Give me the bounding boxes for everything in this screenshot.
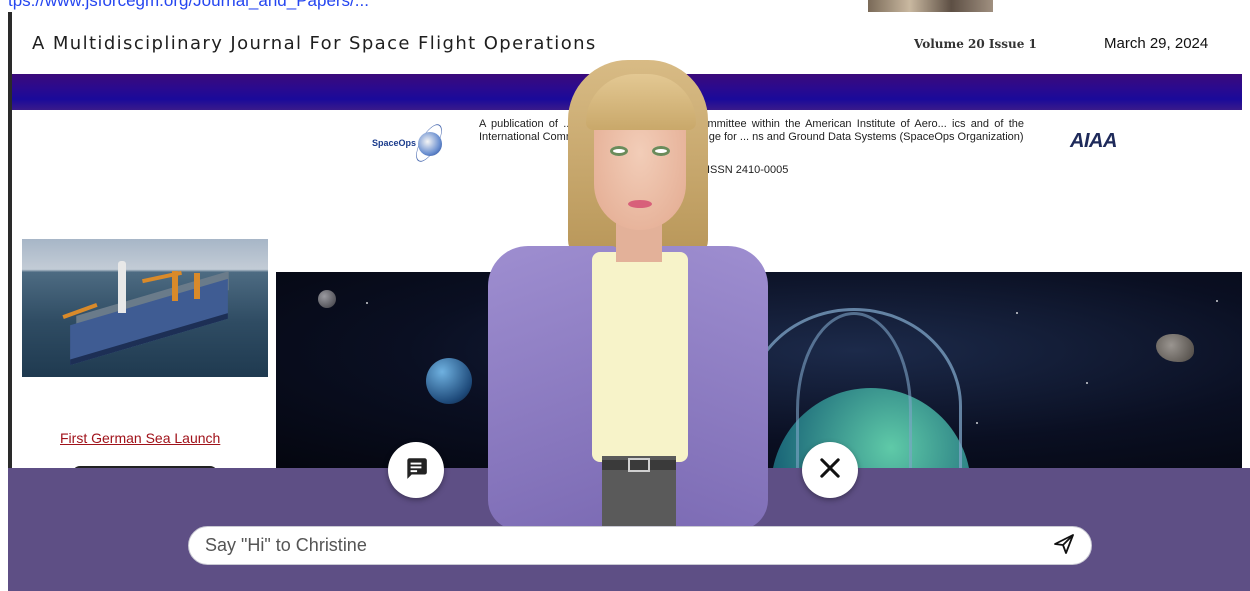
- send-icon: [1052, 532, 1076, 561]
- planet-small: [318, 290, 336, 308]
- avatar-eye: [610, 146, 628, 156]
- avatar-lips: [628, 200, 652, 208]
- chat-bubble-icon: [403, 455, 429, 486]
- close-button[interactable]: [802, 442, 858, 498]
- rocket: [118, 261, 126, 313]
- url-text[interactable]: tps://www.jsforcegm.org/Journal_and_Pape…: [8, 0, 369, 11]
- first-german-sea-launch-link[interactable]: First German Sea Launch: [60, 430, 220, 446]
- planet-icon: [418, 132, 442, 156]
- avatar-belt-buckle: [628, 458, 650, 472]
- ship-photo[interactable]: [22, 239, 268, 377]
- ship-hull: [70, 278, 228, 366]
- spaceops-logo[interactable]: SpaceOps: [372, 118, 452, 166]
- asteroid: [1156, 334, 1194, 362]
- browser-url-bar[interactable]: tps://www.jsforcegm.org/Journal_and_Pape…: [0, 0, 1250, 12]
- avatar-eye: [652, 146, 670, 156]
- chat-input[interactable]: [205, 527, 1045, 564]
- aiaa-logo-text: AIAA: [1070, 130, 1117, 152]
- journal-date: March 29, 2024: [1104, 35, 1209, 52]
- crane: [194, 273, 200, 299]
- close-icon: [816, 454, 844, 487]
- chat-toggle-button[interactable]: [388, 442, 444, 498]
- send-button[interactable]: [1049, 532, 1079, 560]
- planet-blue: [426, 358, 472, 404]
- assistant-avatar: [468, 60, 768, 536]
- journal-title: A Multidisciplinary Journal For Space Fl…: [32, 33, 597, 54]
- aiaa-logo[interactable]: AIAA: [1070, 130, 1117, 153]
- sidebar-feature: First German Sea Launch: [12, 238, 276, 476]
- chat-input-container: [188, 526, 1092, 565]
- journal-volume: Volume 20 Issue 1: [914, 37, 1037, 51]
- thumbnail-strip: [868, 0, 993, 12]
- avatar-blouse: [592, 252, 688, 462]
- spaceops-logo-text: SpaceOps: [372, 138, 417, 148]
